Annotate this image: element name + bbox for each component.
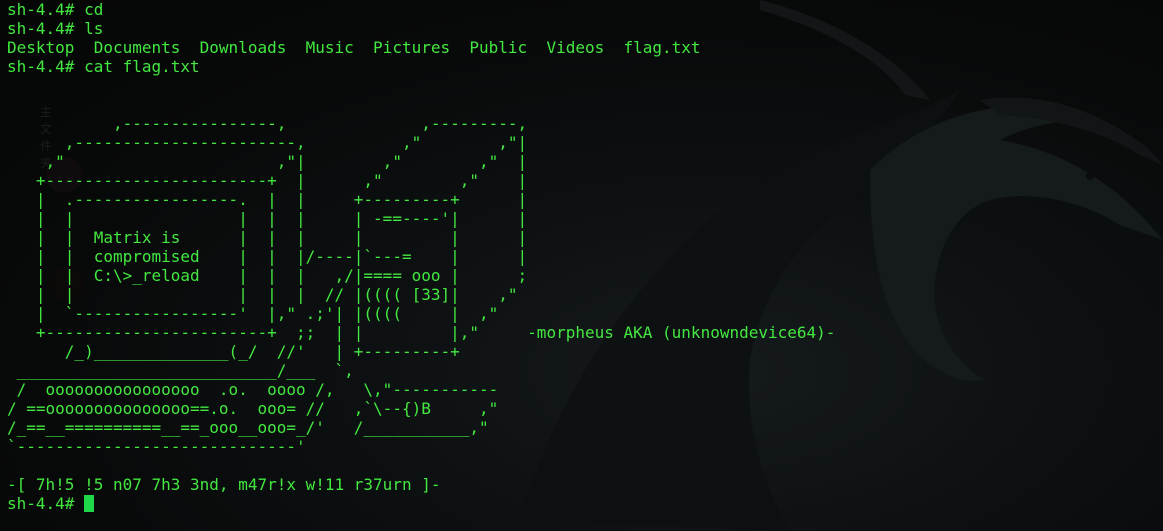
terminal-output[interactable]: sh-4.4# cd sh-4.4# ls Desktop Documents Do… <box>7 0 835 513</box>
terminal-line: | | | | | // |(((( [33]| ," <box>7 285 518 304</box>
terminal-line: sh-4.4# ls <box>7 19 104 38</box>
terminal-line: | | | | | | -==----'| | <box>7 209 528 228</box>
text-cursor <box>84 495 95 512</box>
terminal-window[interactable]: 主文件夹 sh-4.4# cd sh-4.4# ls Desktop Documen… <box>0 0 1163 531</box>
terminal-line: | `-----------------' |," .;'| |(((( | ,… <box>7 304 499 323</box>
terminal-line: +-----------------------+ | ," ," | <box>7 171 528 190</box>
terminal-line: / oooooooooooooooo .o. oooo /, \,"------… <box>7 380 499 399</box>
terminal-line: | .-----------------. | | +---------+ | <box>7 190 528 209</box>
terminal-line: +-----------------------+ ;; | | |," -mo… <box>7 323 836 342</box>
terminal-line: /_==__==========__==_ooo__ooo=_/' /_____… <box>7 418 489 437</box>
terminal-line: sh-4.4# cd <box>7 0 104 19</box>
terminal-line: | | compromised | | |/----|`---= | | <box>7 247 528 266</box>
terminal-line: /_)______________(_/ //' | +---------+ <box>7 342 460 361</box>
terminal-line: / ==ooooooooooooooo==.o. ooo= // ,`\--{)… <box>7 399 499 418</box>
terminal-line: ___________________________/___ `, <box>7 361 354 380</box>
terminal-line: ,----------------, ,---------, <box>7 114 528 133</box>
terminal-line: -[ 7h!5 !5 n07 7h3 3nd, m47r!x w!11 r37u… <box>7 475 441 494</box>
terminal-line: | | Matrix is | | | | | | <box>7 228 528 247</box>
terminal-line: | | C:\>_reload | | | ,/|==== ooo | ; <box>7 266 528 285</box>
terminal-line: ,-----------------------, ," ,"| <box>7 133 528 152</box>
terminal-line: sh-4.4# cat flag.txt <box>7 57 200 76</box>
terminal-line: ," ,"| ," ," | <box>7 152 528 171</box>
current-prompt-line[interactable]: sh-4.4# <box>7 494 835 513</box>
terminal-line: Desktop Documents Downloads Music Pictur… <box>7 38 701 57</box>
shell-prompt: sh-4.4# <box>7 494 85 513</box>
terminal-line: `-----------------------------' <box>7 437 306 456</box>
